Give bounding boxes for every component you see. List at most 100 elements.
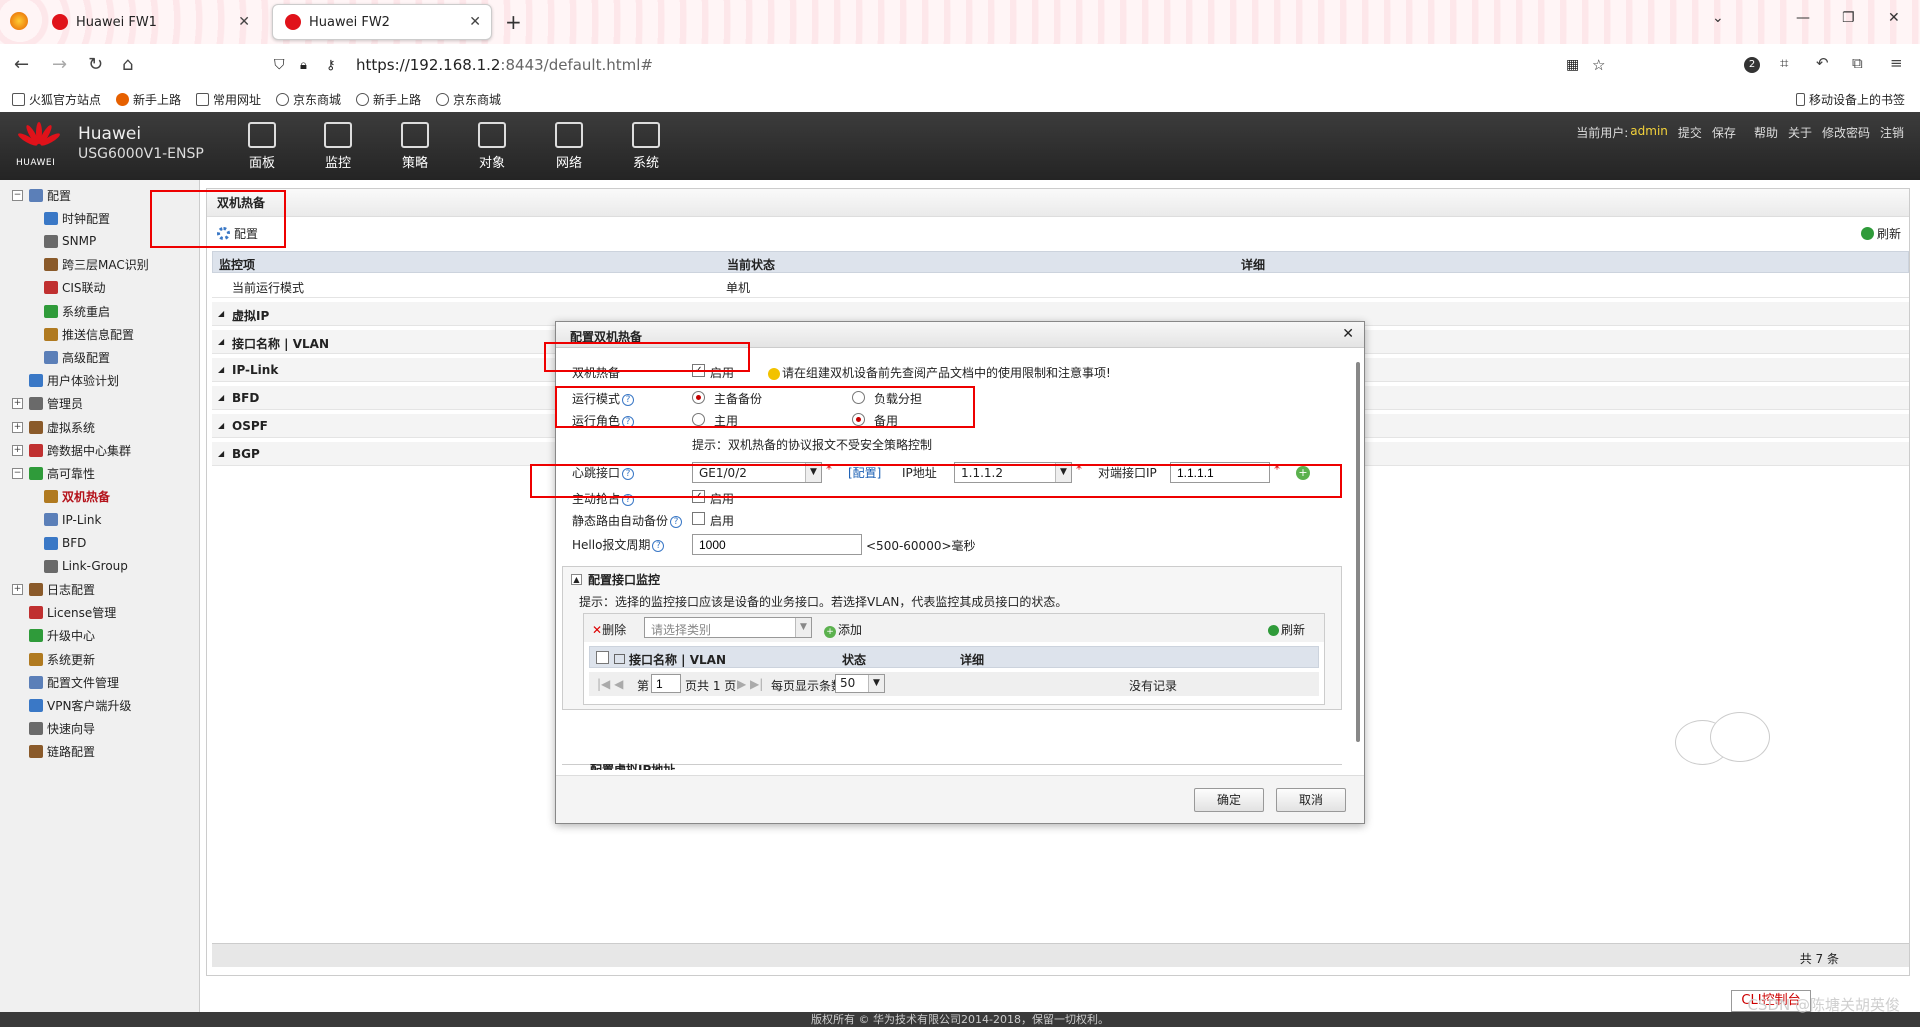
menu-monitor[interactable]: 监控 <box>308 122 368 171</box>
star-icon[interactable]: ☆ <box>1592 56 1605 74</box>
expand-arrow-icon[interactable]: ◢ <box>218 449 224 458</box>
sidebar-item[interactable]: CIS联动 <box>44 278 106 298</box>
bookmark-item[interactable]: 京东商城 <box>276 91 341 108</box>
sidebar-item[interactable]: + 虚拟系统 <box>12 417 95 437</box>
reload-icon[interactable]: ↻ <box>88 54 103 75</box>
bookmark-item[interactable]: 京东商城 <box>436 91 501 108</box>
save-link[interactable]: 保存 <box>1712 124 1736 141</box>
sidebar-item[interactable]: 跨三层MAC识别 <box>44 255 149 275</box>
next-page-icon[interactable]: ▶ ▶| <box>737 677 763 691</box>
ok-button[interactable]: 确定 <box>1194 788 1264 812</box>
expand-arrow-icon[interactable]: ◢ <box>218 393 224 402</box>
home-icon[interactable]: ⌂ <box>122 54 133 75</box>
column-header[interactable]: 接口名称 | VLAN <box>614 651 726 668</box>
add-button[interactable]: + 添加 <box>824 621 862 638</box>
expand-arrow-icon[interactable]: ◢ <box>218 365 224 374</box>
menu-system[interactable]: 系统 <box>616 122 676 171</box>
shield-icon[interactable]: ⛉ <box>274 57 285 73</box>
about-link[interactable]: 关于 <box>1788 124 1812 141</box>
column-header[interactable]: 当前状态 <box>727 256 775 273</box>
back-icon[interactable]: ← <box>14 54 29 75</box>
bookmark-item[interactable]: 新手上路 <box>116 91 181 108</box>
bookmark-item[interactable]: 常用网址 <box>196 91 261 108</box>
chevron-down-icon[interactable]: ⌄ <box>1712 10 1724 26</box>
page-size-select[interactable]: 50 ▼ <box>835 674 885 693</box>
url-text[interactable]: https://192.168.1.2:8443/default.html# <box>356 56 653 74</box>
expand-icon[interactable]: + <box>12 583 23 595</box>
expand-icon[interactable]: + <box>12 398 23 410</box>
firefox-icon[interactable] <box>10 12 28 30</box>
page-number-input[interactable] <box>651 674 681 693</box>
commit-link[interactable]: 提交 <box>1678 124 1702 141</box>
first-page-icon[interactable]: |◀ ◀ <box>597 677 623 691</box>
close-icon[interactable]: ✕ <box>1342 326 1354 342</box>
lock-icon[interactable]: 🔒︎ <box>300 58 307 73</box>
sidebar-item[interactable]: 推送信息配置 <box>44 324 134 344</box>
sidebar-item[interactable]: + 跨数据中心集群 <box>12 440 131 460</box>
table-row[interactable]: 当前运行模式 单机 <box>212 274 1909 298</box>
dialog-scrollbar[interactable] <box>1356 362 1360 742</box>
sidebar-item[interactable]: 系统更新 <box>12 649 95 669</box>
select-all-checkbox[interactable] <box>596 651 609 664</box>
minimize-icon[interactable]: — <box>1796 10 1810 26</box>
logout-link[interactable]: 注销 <box>1880 124 1904 141</box>
column-header[interactable]: 监控项 <box>219 256 255 273</box>
key-icon[interactable]: ⚷ <box>326 58 336 73</box>
refresh-button[interactable]: 刷新 <box>1860 225 1901 242</box>
expand-arrow-icon[interactable]: ◢ <box>218 421 224 430</box>
bookmark-item[interactable]: 新手上路 <box>356 91 421 108</box>
sidebar-item[interactable]: BFD <box>44 533 86 553</box>
sidebar-item[interactable]: + 管理员 <box>12 394 83 414</box>
restore-icon[interactable]: ❐ <box>1842 10 1855 26</box>
mobile-bookmarks[interactable]: 移动设备上的书签 <box>1796 91 1905 108</box>
sidebar-item[interactable]: − 配置 <box>12 185 71 205</box>
sidebar-item[interactable]: 配置文件管理 <box>12 672 119 692</box>
sidebar-item[interactable]: 用户体验计划 <box>12 371 119 391</box>
sidebar-item[interactable]: 快速向导 <box>12 719 95 739</box>
cancel-button[interactable]: 取消 <box>1276 788 1346 812</box>
sidebar-item[interactable]: 系统重启 <box>44 301 110 321</box>
extension-badge[interactable]: 2 <box>1744 57 1760 73</box>
sidebar-item[interactable]: License管理 <box>12 603 116 623</box>
expand-icon[interactable]: + <box>12 421 23 433</box>
menu-icon[interactable]: ≡ <box>1890 54 1903 72</box>
sidebar-item[interactable]: IP-Link <box>44 510 101 530</box>
collapse-icon[interactable]: − <box>12 467 23 479</box>
virtual-ip-section-header[interactable]: 配置虚拟IP地址 <box>562 763 1342 770</box>
sidebar-item[interactable]: − 高可靠性 <box>12 463 95 483</box>
sidebar-item[interactable]: 升级中心 <box>12 626 95 646</box>
sidebar-item[interactable]: SNMP <box>44 231 96 251</box>
new-tab-icon[interactable]: + <box>505 10 522 34</box>
close-icon[interactable]: ✕ <box>238 14 250 30</box>
expand-arrow-icon[interactable]: ◢ <box>218 337 224 346</box>
column-header[interactable]: 详细 <box>960 651 984 668</box>
sidebar-item[interactable]: 双机热备 <box>44 487 110 507</box>
collapse-icon[interactable]: − <box>12 189 23 201</box>
help-link[interactable]: 帮助 <box>1754 124 1778 141</box>
browser-tab-fw2[interactable]: Huawei FW2 ✕ <box>272 4 492 40</box>
sidebar-item[interactable]: 时钟配置 <box>44 208 110 228</box>
menu-dashboard[interactable]: 面板 <box>232 122 292 171</box>
menu-object[interactable]: 对象 <box>462 122 522 171</box>
url-bar[interactable]: ⛉ 🔒︎ ⚷ https://192.168.1.2:8443/default.… <box>270 50 1610 80</box>
bookmark-item[interactable]: 火狐官方站点 <box>12 91 101 108</box>
expand-arrow-icon[interactable]: ◢ <box>218 309 224 318</box>
sidebar-item[interactable]: 高级配置 <box>44 347 110 367</box>
static-route-checkbox[interactable] <box>692 512 705 525</box>
sidebar-item[interactable]: Link-Group <box>44 556 128 576</box>
expand-icon[interactable]: + <box>12 444 23 456</box>
qr-code-icon[interactable]: ▦ <box>1566 57 1579 73</box>
category-select[interactable]: 请选择类别 ▼ <box>644 617 812 638</box>
help-icon[interactable]: ? <box>652 539 665 552</box>
collapse-icon[interactable]: ▲ <box>571 574 582 585</box>
menu-network[interactable]: 网络 <box>539 122 599 171</box>
change-password-link[interactable]: 修改密码 <box>1822 124 1870 141</box>
section-header[interactable]: ▲ 配置接口监控 <box>571 571 660 588</box>
extensions-icon[interactable]: ⧉ <box>1852 54 1863 72</box>
delete-button[interactable]: ✕删除 <box>592 621 626 638</box>
undo-icon[interactable]: ↶ <box>1816 54 1829 72</box>
close-icon[interactable]: ✕ <box>469 14 481 30</box>
hello-period-input[interactable] <box>692 534 862 555</box>
close-window-icon[interactable]: ✕ <box>1888 10 1900 26</box>
menu-policy[interactable]: 策略 <box>385 122 445 171</box>
